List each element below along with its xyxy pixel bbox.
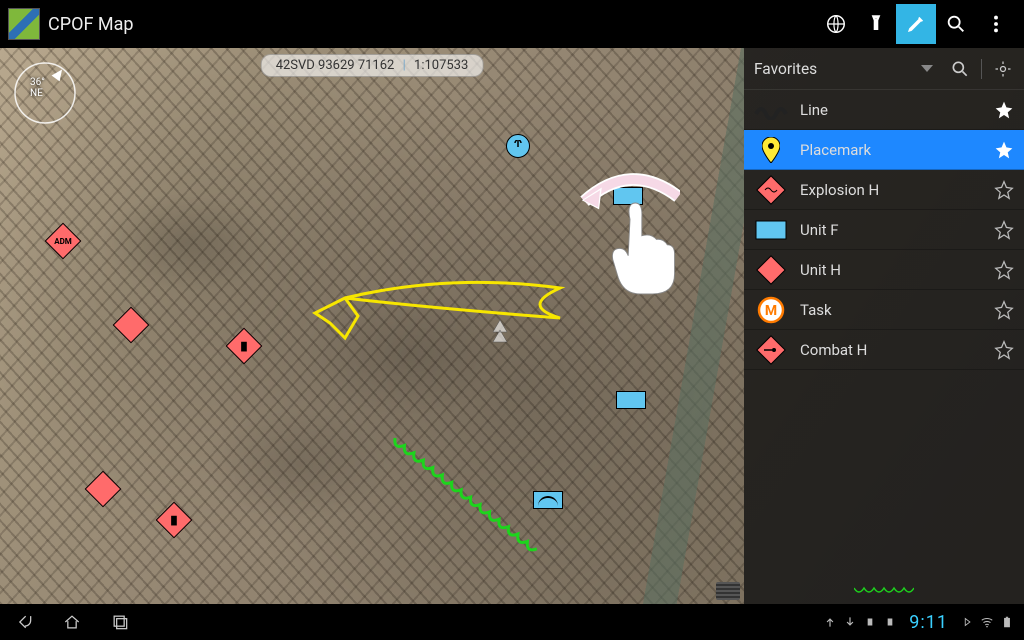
placemark-icon bbox=[754, 136, 788, 164]
svg-text:M: M bbox=[765, 303, 777, 319]
friendly-unit-marker[interactable] bbox=[616, 391, 646, 409]
home-button[interactable] bbox=[58, 608, 86, 636]
download-icon bbox=[843, 615, 857, 629]
coordinate-chip[interactable]: 42SVD 93629 71162 | 1:107533 bbox=[261, 54, 484, 77]
notification-icon bbox=[883, 615, 897, 629]
sidebar-item-label: Unit H bbox=[800, 261, 982, 279]
favorite-star-toggle[interactable] bbox=[994, 100, 1014, 120]
sidebar-item-label: Task bbox=[800, 301, 982, 319]
yellow-arrow-graphic bbox=[315, 282, 560, 338]
notification-icon bbox=[863, 615, 877, 629]
sidebar-item-label: Explosion H bbox=[800, 181, 982, 199]
sidebar-item-combat-h[interactable]: Combat H bbox=[744, 330, 1024, 370]
favorite-star-toggle[interactable] bbox=[994, 140, 1014, 160]
sidebar-item-unit-h[interactable]: Unit H bbox=[744, 250, 1024, 290]
back-button[interactable] bbox=[10, 608, 38, 636]
explosion-h-icon bbox=[754, 176, 788, 204]
overflow-button[interactable] bbox=[976, 4, 1016, 44]
map-canvas[interactable]: 36°NE 42SVD 93629 71162 | 1:107533 ADM █… bbox=[0, 48, 744, 604]
app-icon bbox=[8, 8, 40, 40]
hostile-unit-marker[interactable]: ADM bbox=[45, 223, 82, 260]
friendly-unit-marker[interactable] bbox=[613, 187, 643, 205]
friendly-unit-marker[interactable] bbox=[633, 262, 663, 280]
flashlight-button[interactable] bbox=[856, 4, 896, 44]
hostile-unit-marker[interactable]: █ bbox=[226, 328, 263, 365]
recents-button[interactable] bbox=[106, 608, 134, 636]
sidebar-item-label: Combat H bbox=[800, 341, 982, 359]
unit-f-icon bbox=[754, 216, 788, 244]
bluetooth-icon bbox=[960, 615, 974, 629]
globe-button[interactable] bbox=[816, 4, 856, 44]
favorite-star-toggle[interactable] bbox=[994, 180, 1014, 200]
keyboard-toggle[interactable] bbox=[716, 582, 740, 600]
clock-readout: 9:11 bbox=[909, 612, 948, 633]
battery-icon bbox=[1000, 615, 1014, 629]
own-position-marker bbox=[493, 320, 507, 342]
combat-h-icon bbox=[754, 336, 788, 364]
sidebar-item-unit-f[interactable]: Unit F bbox=[744, 210, 1024, 250]
sidebar-item-line[interactable]: Line bbox=[744, 90, 1024, 130]
task-icon: M bbox=[754, 296, 788, 324]
favorite-star-toggle[interactable] bbox=[994, 340, 1014, 360]
sidebar-locate-button[interactable] bbox=[992, 58, 1014, 80]
hostile-unit-marker[interactable] bbox=[85, 471, 122, 508]
gesture-hint-icon bbox=[580, 168, 680, 298]
search-button[interactable] bbox=[936, 4, 976, 44]
top-action-bar: CPOF Map bbox=[0, 0, 1024, 48]
line-icon bbox=[754, 96, 788, 124]
hostile-unit-marker[interactable]: █ bbox=[156, 502, 193, 539]
sidebar-search-button[interactable] bbox=[949, 58, 971, 80]
favorite-star-toggle[interactable] bbox=[994, 260, 1014, 280]
favorite-star-toggle[interactable] bbox=[994, 300, 1014, 320]
dropdown-caret-icon bbox=[921, 65, 933, 72]
sidebar-item-explosion-h[interactable]: Explosion H bbox=[744, 170, 1024, 210]
sidebar-item-placemark[interactable]: Placemark bbox=[744, 130, 1024, 170]
hostile-unit-marker[interactable] bbox=[113, 307, 150, 344]
draw-button[interactable] bbox=[896, 4, 936, 44]
map-overlay-layer bbox=[0, 48, 744, 604]
mgrs-readout: 42SVD 93629 71162 bbox=[276, 58, 395, 73]
sidebar-footer-graphic bbox=[744, 572, 1024, 604]
unit-h-icon bbox=[754, 256, 788, 284]
wifi-icon bbox=[980, 615, 994, 629]
sidebar-header: Favorites bbox=[744, 48, 1024, 90]
compass[interactable]: 36°NE bbox=[10, 58, 80, 128]
status-tray[interactable]: 9:11 bbox=[823, 612, 1014, 633]
sidebar-item-label: Unit F bbox=[800, 221, 982, 239]
friendly-unit-marker[interactable] bbox=[533, 491, 563, 509]
favorite-star-toggle[interactable] bbox=[994, 220, 1014, 240]
app-title: CPOF Map bbox=[48, 14, 133, 35]
scale-readout: 1:107533 bbox=[414, 58, 468, 73]
system-navbar: 9:11 bbox=[0, 604, 1024, 640]
symbol-palette-sidebar: Favorites Line Placemark Explosion H Unit F… bbox=[744, 48, 1024, 604]
sidebar-item-label: Placemark bbox=[800, 141, 982, 159]
sidebar-item-task[interactable]: M Task bbox=[744, 290, 1024, 330]
sidebar-item-label: Line bbox=[800, 101, 982, 119]
compass-heading: 36°NE bbox=[30, 78, 45, 99]
friendly-sensor-marker[interactable] bbox=[506, 134, 530, 158]
green-fortified-line bbox=[392, 438, 537, 553]
upload-icon bbox=[823, 615, 837, 629]
sidebar-category-dropdown[interactable]: Favorites bbox=[754, 60, 911, 78]
